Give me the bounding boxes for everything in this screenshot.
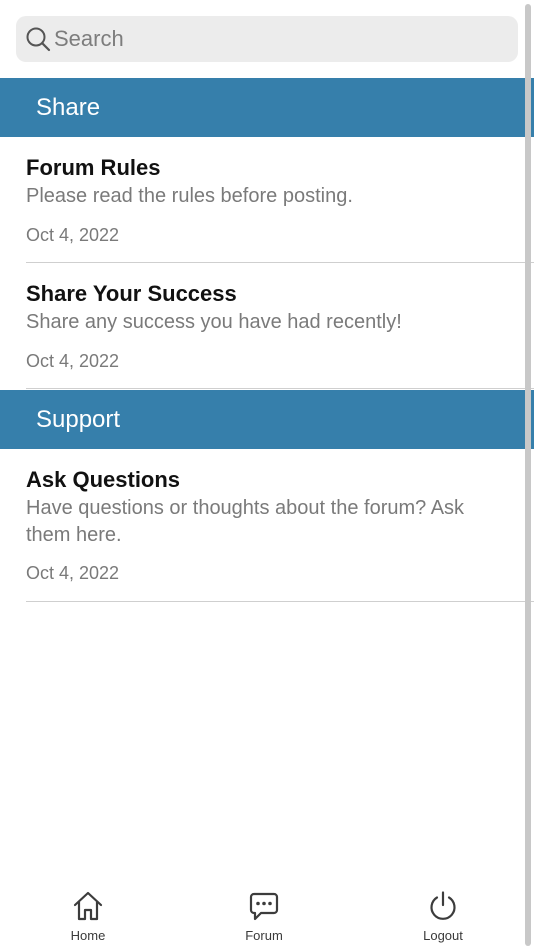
divider xyxy=(26,262,534,263)
topic-description: Have questions or thoughts about the for… xyxy=(26,497,465,546)
forum-page: Share Forum Rules Please read the rules … xyxy=(0,0,534,950)
topic-title: Share Your Success xyxy=(26,281,237,306)
nav-label-forum: Forum xyxy=(245,928,283,943)
section-header-share: Share xyxy=(0,78,534,137)
topic-date: Oct 4, 2022 xyxy=(26,563,120,583)
topic-title: Forum Rules xyxy=(26,155,161,180)
chat-bubble-icon xyxy=(249,892,279,921)
divider xyxy=(26,388,534,389)
topic-date: Oct 4, 2022 xyxy=(26,225,120,245)
nav-item-home[interactable]: Home xyxy=(38,890,138,948)
search-input[interactable] xyxy=(54,16,504,62)
topic-title: Ask Questions xyxy=(26,467,181,492)
nav-label-logout: Logout xyxy=(423,928,463,943)
topic-description: Share any success you have had recently! xyxy=(26,311,402,333)
search-icon xyxy=(26,27,51,52)
nav-item-logout[interactable]: Logout xyxy=(393,890,493,948)
power-icon xyxy=(430,891,456,920)
topic-date: Oct 4, 2022 xyxy=(26,351,120,371)
topic-description: Please read the rules before posting. xyxy=(26,185,353,207)
topic-item-share-your-success[interactable]: Share Your Success Share any success you… xyxy=(26,276,534,386)
search-bar[interactable] xyxy=(16,16,518,62)
topic-item-forum-rules[interactable]: Forum Rules Please read the rules before… xyxy=(26,150,534,260)
topic-item-ask-questions[interactable]: Ask Questions Have questions or thoughts… xyxy=(26,462,534,600)
divider xyxy=(26,601,534,602)
home-icon xyxy=(73,891,103,921)
nav-item-forum[interactable]: Forum xyxy=(214,890,314,948)
bottom-nav: Home Forum Logout xyxy=(0,880,534,950)
nav-label-home: Home xyxy=(70,928,106,943)
scrollbar[interactable] xyxy=(525,4,531,946)
section-header-support: Support xyxy=(0,390,534,449)
